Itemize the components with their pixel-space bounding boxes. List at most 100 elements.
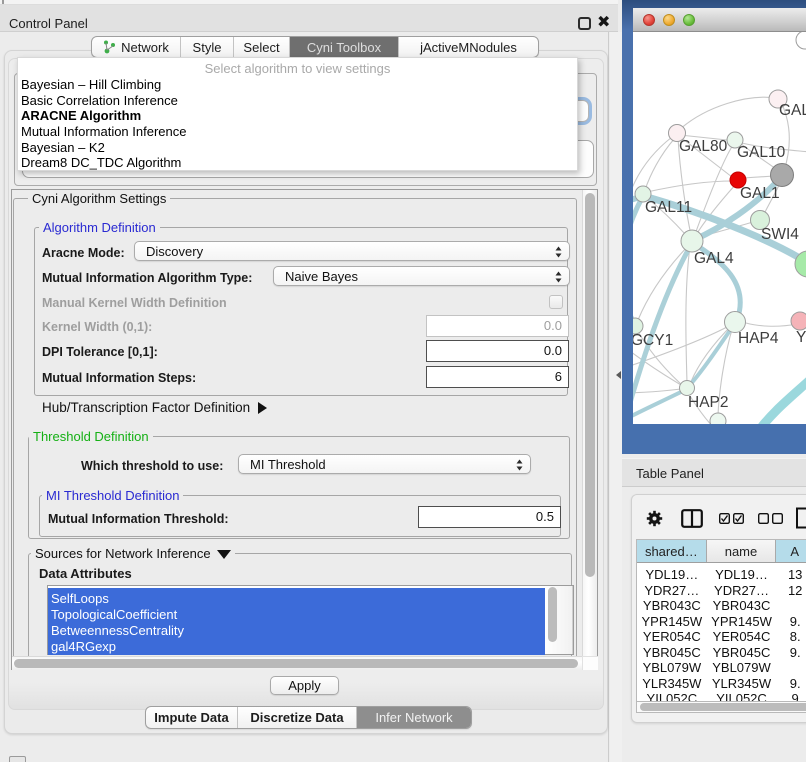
network-node-y[interactable] — [791, 312, 806, 330]
split-columns-icon[interactable] — [681, 509, 703, 528]
data-attribute-item[interactable]: TopologicalCoefficient — [48, 607, 545, 623]
network-node-label: GAL10 — [737, 144, 786, 161]
tab-cyni-toolbox[interactable]: Cyni Toolbox — [290, 37, 399, 57]
mi-threshold-field[interactable]: 0.5 — [418, 506, 561, 528]
tab-label: Network — [121, 40, 169, 55]
collapsed-panel-icon[interactable] — [9, 756, 26, 762]
table-hscrollbar-thumb[interactable] — [640, 703, 806, 711]
network-edge-highlighted — [757, 378, 806, 424]
apply-button[interactable]: Apply — [270, 676, 339, 695]
network-node-label: SWI4 — [761, 226, 799, 243]
which-threshold-combo[interactable]: MI Threshold — [238, 454, 531, 474]
tab-label: Select — [243, 40, 279, 55]
combo-stepper-icon — [554, 269, 563, 285]
node-table[interactable]: shared…nameA YDL19…YDL19…13YDR27…YDR27…1… — [636, 539, 806, 702]
splitpane-collapse-arrow-icon[interactable] — [616, 371, 621, 379]
table-row[interactable]: YDR27…YDR27…12 — [637, 583, 806, 599]
tab-label: Style — [193, 40, 222, 55]
zoom-traffic-light-icon[interactable] — [683, 14, 695, 26]
table-hscrollbar[interactable] — [636, 702, 806, 713]
data-attributes-list[interactable]: SelfLoopsTopologicalCoefficientBetweenne… — [47, 585, 574, 655]
checked-pair-icon[interactable] — [719, 513, 744, 524]
settings-vscrollbar-thumb[interactable] — [585, 193, 595, 577]
network-node-gal4[interactable] — [681, 230, 703, 252]
algorithm-option[interactable]: ARACNE Algorithm — [21, 108, 574, 124]
document-icon[interactable] — [795, 507, 806, 529]
bottom-tab-label: Impute Data — [154, 710, 228, 725]
table-row[interactable]: YER054CYER054C8. — [637, 629, 806, 645]
mi-type-label: Mutual Information Algorithm Type: — [42, 271, 252, 285]
algorithm-definition-title: Algorithm Definition — [39, 220, 160, 235]
close-traffic-light-icon[interactable] — [643, 14, 655, 26]
hub-definition-toggle[interactable]: Hub/Transcription Factor Definition — [42, 400, 267, 415]
dpi-tolerance-label: DPI Tolerance [0,1]: — [42, 345, 158, 359]
table-row[interactable]: YIL052CYIL052C9 — [637, 691, 806, 702]
column-header-name[interactable]: name — [707, 540, 777, 562]
control-panel-tabs: Network Style Select Cyni Toolbox jActiveMNo… — [91, 36, 539, 58]
network-canvas[interactable]: GAL2GAL80GAL10GAL1GAL11SWI4GAL4GCY1HAP4Y… — [633, 32, 806, 424]
mi-steps-field[interactable]: 6 — [426, 366, 569, 388]
splitpane-divider[interactable] — [610, 32, 622, 762]
network-node-label: HAP2 — [688, 394, 729, 411]
table-cell: YBL079W — [707, 660, 777, 676]
settings-vscrollbar[interactable] — [582, 190, 597, 656]
algorithm-option[interactable]: Bayesian – Hill Climbing — [21, 77, 574, 93]
table-row[interactable]: YLR345WYLR345W9. — [637, 676, 806, 692]
tab-network[interactable]: Network — [92, 37, 181, 57]
close-icon[interactable]: ✖ — [597, 12, 610, 32]
data-attribute-item[interactable]: BetweennessCentrality — [48, 623, 545, 639]
data-attribute-item[interactable]: SelfLoops — [48, 591, 545, 607]
table-row[interactable]: YDL19…YDL19…13 — [637, 567, 806, 583]
network-node[interactable] — [710, 413, 726, 424]
table-cell: YBR045C — [707, 645, 777, 661]
table-row[interactable]: YBL079WYBL079W — [637, 660, 806, 676]
attr-list-scrollbar[interactable] — [545, 586, 573, 654]
settings-hscrollbar-thumb[interactable] — [14, 659, 578, 668]
network-edge-highlighted — [688, 323, 735, 387]
table-panel-title: Table Panel — [636, 466, 704, 481]
table-cell: YPR145W — [637, 614, 707, 630]
tab-label: Cyni Toolbox — [307, 40, 381, 55]
network-node-label: HAP4 — [738, 330, 779, 347]
settings-hscrollbar[interactable] — [12, 656, 582, 670]
network-node[interactable] — [771, 164, 794, 187]
unchecked-pair-icon[interactable] — [758, 513, 783, 524]
algorithm-option[interactable]: Dream8 DC_TDC Algorithm — [21, 155, 574, 171]
column-header-a[interactable]: A — [776, 540, 806, 562]
algorithm-option[interactable]: Bayesian – K2 — [21, 140, 574, 156]
expanded-arrow-icon[interactable] — [217, 550, 231, 559]
algorithm-option[interactable]: Basic Correlation Inference — [21, 93, 574, 109]
mi-type-combo[interactable]: Naive Bayes — [273, 266, 570, 286]
network-node[interactable] — [796, 32, 806, 49]
bottom-tab-discretize-data[interactable]: Discretize Data — [238, 707, 357, 728]
network-edge-highlighted — [633, 389, 687, 424]
table-row[interactable]: YPR145WYPR145W9. — [637, 614, 806, 630]
manual-kernel-checkbox[interactable] — [549, 295, 563, 309]
aracne-mode-combo[interactable]: Discovery — [134, 241, 570, 261]
table-panel-titlebar: Table Panel — [622, 458, 806, 487]
algorithm-option[interactable]: Mutual Information Inference — [21, 124, 574, 140]
bottom-tab-impute-data[interactable]: Impute Data — [146, 707, 238, 728]
app-strip-tick — [2, 0, 4, 4]
dpi-tolerance-field[interactable]: 0.0 — [426, 340, 569, 362]
threshold-definition-title: Threshold Definition — [29, 429, 153, 444]
table-row[interactable]: YBR043CYBR043C — [637, 598, 806, 614]
network-edge — [645, 138, 675, 190]
table-cell — [776, 660, 806, 676]
minimize-traffic-light-icon[interactable] — [663, 14, 675, 26]
bottom-tab-infer-network[interactable]: Infer Network — [357, 707, 471, 728]
kernel-width-field[interactable]: 0.0 — [426, 315, 569, 337]
tab-style[interactable]: Style — [181, 37, 234, 57]
table-cell — [776, 598, 806, 614]
network-node-label: Y — [796, 329, 806, 346]
network-frame-titlebar[interactable] — [633, 8, 806, 32]
tab-jactivemnodules[interactable]: jActiveMNodules — [399, 37, 538, 57]
table-row[interactable]: YBR045CYBR045C9. — [637, 645, 806, 661]
table-cell: 9 — [776, 691, 806, 702]
data-attribute-item[interactable]: gal4RGexp — [48, 639, 545, 655]
tab-select[interactable]: Select — [234, 37, 290, 57]
float-window-icon[interactable] — [578, 17, 591, 30]
column-header-shared-[interactable]: shared… — [637, 540, 707, 562]
attr-list-scrollbar-thumb[interactable] — [548, 587, 557, 642]
gear-icon[interactable] — [646, 510, 663, 527]
